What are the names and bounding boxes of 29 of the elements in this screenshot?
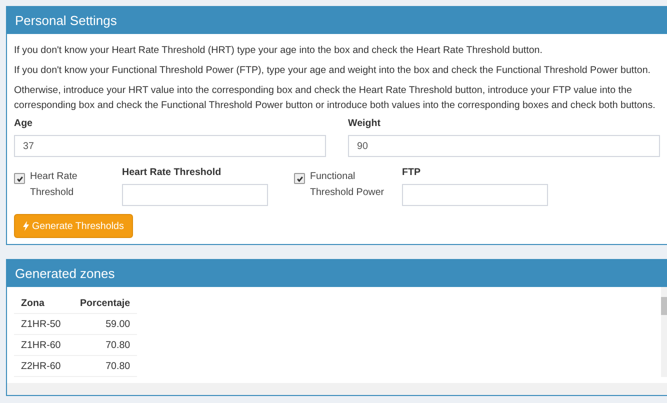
table-cell: Z1HR-50 xyxy=(14,314,73,334)
checkbox-label: Functional Threshold Power xyxy=(310,170,386,200)
field-label: Heart Rate Threshold xyxy=(122,167,222,178)
table-cell: 70.80 xyxy=(73,356,138,376)
instruction-text: Otherwise, introduce your HRT value into the corresponding box and check the Heart Rate Threshold button, introduce your FTP value into the corresponding box and check the Functional Threshold Power button or introduce both values into the corresponding boxes and check both buttons. xyxy=(14,84,656,113)
input-field[interactable] xyxy=(122,184,268,206)
field-label: FTP xyxy=(402,167,422,178)
field-label: Weight xyxy=(348,118,382,129)
input-field[interactable] xyxy=(402,184,548,206)
vertical-scrollbar[interactable] xyxy=(661,287,667,377)
panel-title: Generated zones xyxy=(15,266,115,281)
table-cell: 59.00 xyxy=(73,314,138,334)
instruction-text: If you don't know your Heart Rate Threshold (HRT) type your age into the box and check the Heart Rate Threshold button. xyxy=(14,44,544,58)
field-label: Age xyxy=(14,118,34,129)
table-cell: Z2HR-60 xyxy=(14,356,73,376)
panel-title: Personal Settings xyxy=(15,13,117,28)
table-cell: Z1HR-60 xyxy=(14,334,73,356)
input-field[interactable]: 90 xyxy=(348,135,660,157)
column-header: Porcentaje xyxy=(73,293,138,314)
checkbox[interactable] xyxy=(14,173,25,184)
instruction-text: If you don't know your Functional Threshold Power (FTP), type your age and weight into the box and check the Functional Threshold Power button. xyxy=(14,64,652,78)
input-field[interactable]: 37 xyxy=(14,135,326,157)
checkbox-label: Heart Rate Threshold xyxy=(30,170,78,200)
table-cell: 70.80 xyxy=(73,334,138,356)
column-header: Zona xyxy=(14,293,73,314)
bolt-icon xyxy=(23,221,29,231)
checkbox[interactable] xyxy=(294,173,305,184)
horizontal-scrollbar[interactable] xyxy=(7,383,667,395)
scrollbar-thumb[interactable] xyxy=(661,297,667,315)
